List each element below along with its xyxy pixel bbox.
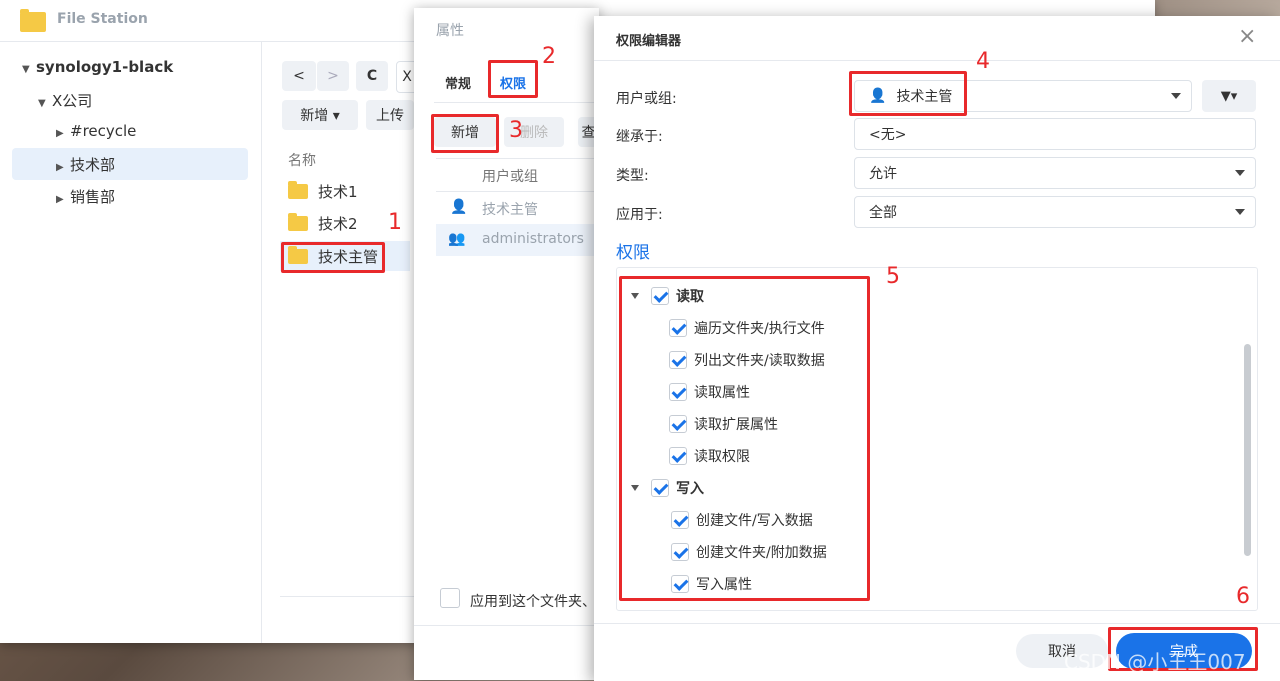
divider: [280, 596, 414, 597]
column-header-user-or-group[interactable]: 用户或组: [482, 166, 538, 186]
watermark: CSDN @小王王007: [1064, 650, 1246, 674]
tree-node-tech-dept[interactable]: ▶ 技术部: [56, 154, 115, 175]
chevron-right-icon[interactable]: ▶: [56, 128, 70, 139]
tab-divider: [434, 102, 599, 103]
upload-button[interactable]: 上传: [366, 100, 414, 130]
type-select[interactable]: 允许: [854, 157, 1256, 189]
back-button[interactable]: <: [282, 61, 316, 91]
tree-node-label: 技术部: [70, 156, 116, 174]
list-item[interactable]: 技术1: [280, 176, 410, 206]
type-value: 允许: [869, 166, 897, 182]
apply-to-value: 全部: [869, 205, 897, 221]
annotation-box-4: [849, 71, 967, 116]
forward-button[interactable]: >: [317, 61, 349, 91]
apply-checkbox-label: 应用到这个文件夹、: [470, 594, 596, 610]
tree-node-label: 销售部: [70, 188, 116, 206]
chevron-down-icon[interactable]: ▼: [38, 98, 52, 109]
app-title: File Station: [57, 11, 148, 27]
caret-down-icon: [1171, 93, 1181, 99]
properties-dialog: 属性 常规 权限 新增 删除 查 用户或组 👤 技术主管 👥 administr…: [414, 8, 599, 680]
caret-down-icon: [1235, 209, 1245, 215]
annotation-number: 3: [509, 118, 523, 143]
annotation-box-1: [281, 242, 385, 273]
folder-icon: [288, 180, 308, 199]
annotation-box-2: [488, 60, 538, 98]
refresh-button[interactable]: C: [356, 61, 388, 91]
chevron-down-icon[interactable]: ▼: [22, 64, 36, 75]
chevron-right-icon[interactable]: ▶: [56, 162, 70, 173]
new-button[interactable]: 新增 ▾: [282, 100, 358, 130]
divider: [594, 60, 1280, 61]
inherit-field: <无>: [854, 118, 1256, 150]
folder-name: 技术2: [318, 214, 358, 233]
dialog-title: 属性: [436, 23, 464, 39]
filter-icon: ▼▾: [1220, 88, 1238, 104]
scrollbar[interactable]: [1244, 344, 1251, 556]
divider: [436, 158, 599, 159]
tree-node-root[interactable]: ▼ synology1-black: [22, 58, 173, 76]
annotation-number: 5: [886, 264, 900, 289]
annotation-box-3: [431, 114, 499, 153]
permission-entry[interactable]: administrators: [482, 231, 584, 247]
tree-node-sales-dept[interactable]: ▶ 销售部: [56, 186, 115, 207]
tree-selection-highlight: [12, 148, 248, 180]
folder-icon: [288, 212, 308, 231]
apply-checkbox[interactable]: [440, 588, 460, 608]
tree-node-company-label: X公司: [52, 92, 93, 110]
user-or-group-label: 用户或组:: [616, 91, 677, 107]
folder-name: 技术1: [318, 182, 358, 201]
file-station-app-icon: [20, 9, 46, 32]
tree-node-company[interactable]: ▼ X公司: [38, 90, 92, 111]
divider: [414, 625, 599, 626]
tree-node-label: #recycle: [70, 122, 137, 140]
annotation-number: 2: [542, 44, 556, 69]
column-header-name[interactable]: 名称: [288, 150, 316, 170]
filter-button[interactable]: ▼▾: [1202, 80, 1256, 112]
annotation-number: 4: [976, 49, 990, 74]
divider: [436, 191, 599, 192]
type-label: 类型:: [616, 168, 649, 184]
inherit-label: 继承于:: [616, 129, 663, 145]
annotation-box-5: [619, 276, 870, 601]
section-title-permissions: 权限: [616, 243, 650, 263]
apply-to-select[interactable]: 全部: [854, 196, 1256, 228]
divider: [594, 623, 1280, 624]
folder-tree: ▼ synology1-black ▼ X公司 ▶ #recycle ▶ 技术部 ▶ 销售…: [0, 42, 262, 643]
permission-entry[interactable]: 技术主管: [482, 199, 538, 219]
tree-node-recycle[interactable]: ▶ #recycle: [56, 122, 136, 140]
tree-node-root-label: synology1-black: [36, 58, 174, 76]
user-icon: 👤: [450, 199, 468, 215]
close-icon[interactable]: ×: [1238, 24, 1256, 49]
group-icon: 👥: [448, 231, 466, 247]
apply-to-label: 应用于:: [616, 207, 663, 223]
annotation-number: 1: [388, 210, 402, 235]
tab-general[interactable]: 常规: [445, 73, 471, 92]
annotation-number: 6: [1236, 584, 1250, 609]
chevron-right-icon[interactable]: ▶: [56, 194, 70, 205]
dialog-title: 权限编辑器: [616, 34, 682, 49]
caret-down-icon: [1235, 170, 1245, 176]
